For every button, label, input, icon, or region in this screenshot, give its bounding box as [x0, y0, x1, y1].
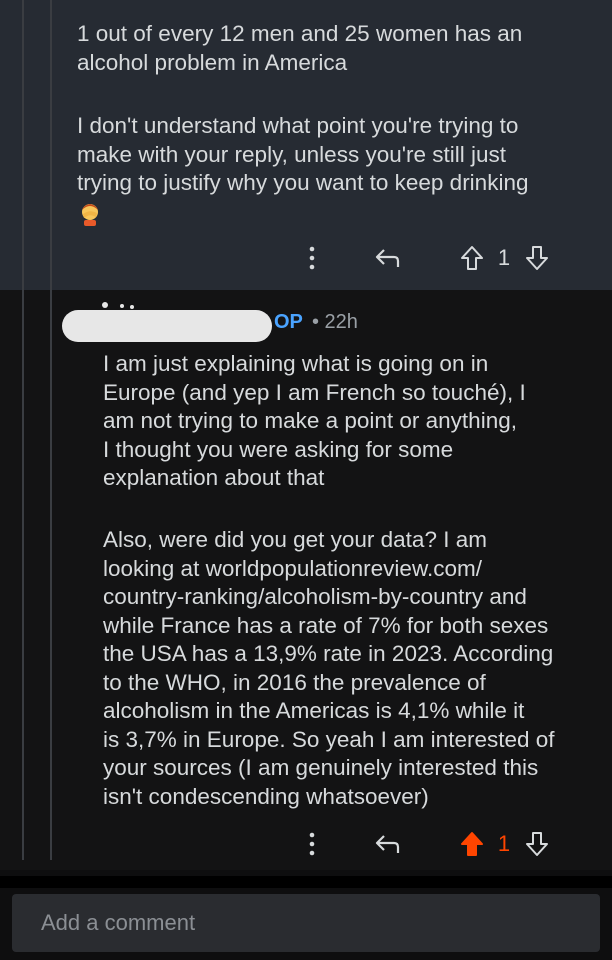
redacted-username [62, 310, 272, 342]
more-button[interactable] [292, 238, 332, 278]
add-comment-bar[interactable] [12, 894, 600, 952]
vote-score: 1 [497, 245, 511, 270]
more-icon [309, 832, 315, 856]
downvote-icon [526, 832, 548, 856]
downvote-button[interactable] [517, 824, 557, 864]
upvote-icon [461, 246, 483, 270]
thread-line[interactable] [50, 290, 52, 860]
thread-line[interactable] [50, 0, 52, 290]
author-avatar[interactable] [62, 300, 272, 346]
downvote-button[interactable] [517, 238, 557, 278]
more-button[interactable] [292, 824, 332, 864]
upvote-button[interactable] [452, 824, 492, 864]
comment-actions: 1 [292, 238, 592, 278]
face-palm-emoji [82, 204, 98, 226]
parent-comment: 1 out of every 12 men and 25 women has a… [0, 0, 612, 290]
comment-actions: 1 [292, 824, 592, 864]
reply-icon [375, 835, 400, 853]
reply-comment [0, 290, 612, 870]
reply-icon [375, 249, 400, 267]
thread-line[interactable] [22, 0, 24, 290]
comment-timestamp: • 22h [312, 311, 358, 333]
comment-body-paragraph: I don't understand what point you're try… [77, 113, 529, 195]
downvote-icon [526, 246, 548, 270]
comment-body-paragraph: 1 out of every 12 men and 25 women has a… [77, 21, 523, 75]
divider [0, 876, 612, 888]
thread-line[interactable] [22, 290, 24, 860]
add-comment-input[interactable] [39, 909, 583, 937]
upvote-button[interactable] [452, 238, 492, 278]
vote-score: 1 [497, 831, 511, 856]
upvote-icon [461, 832, 483, 856]
more-icon [309, 246, 315, 270]
reply-button[interactable] [367, 824, 407, 864]
op-badge: OP [274, 311, 303, 333]
reply-button[interactable] [367, 238, 407, 278]
